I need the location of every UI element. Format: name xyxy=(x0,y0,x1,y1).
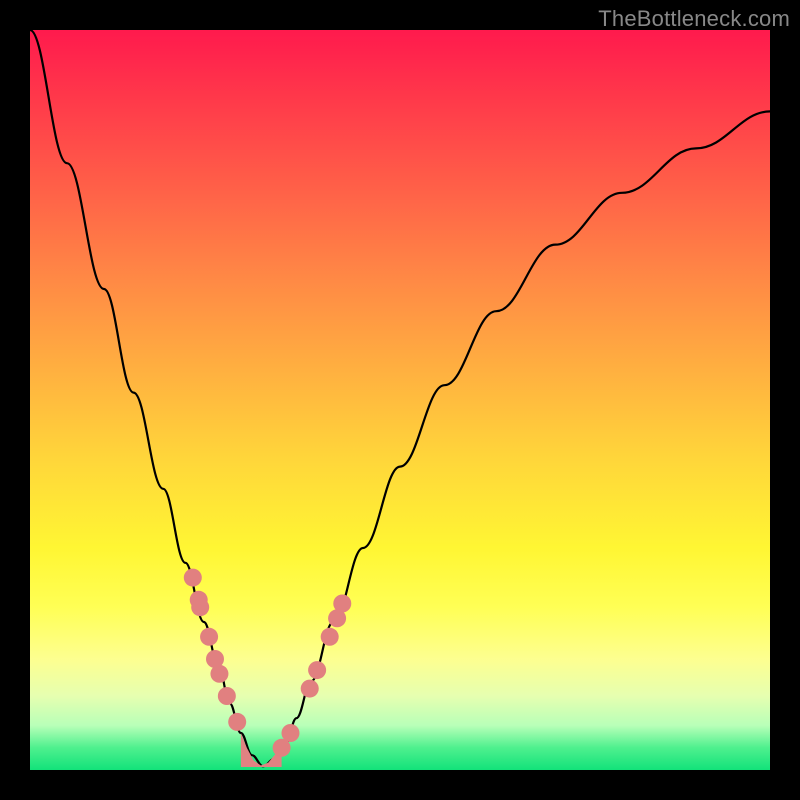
gradient-plot-area xyxy=(30,30,770,770)
watermark-text: TheBottleneck.com xyxy=(598,6,790,32)
